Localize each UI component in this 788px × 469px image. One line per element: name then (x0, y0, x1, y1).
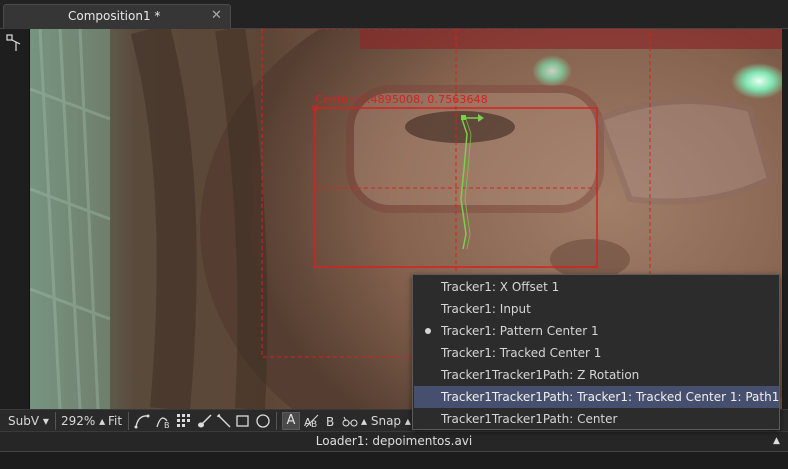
ellipse-icon[interactable] (255, 413, 271, 429)
fit-button[interactable]: Fit (108, 413, 122, 429)
divider (128, 412, 129, 430)
grid-icon[interactable] (176, 413, 192, 429)
menu-item-label: Tracker1: Input (441, 302, 531, 316)
fusion-window: Composition1 * ✕ Center: 0.4895008, 0.75… (0, 0, 788, 469)
menu-item-path1[interactable]: Tracker1Tracker1Path: Tracker1: Tracked … (414, 386, 779, 408)
divider (276, 412, 277, 430)
loader-label: Loader1: depoimentos.avi (315, 434, 473, 448)
menu-item-path-center[interactable]: Tracker1Tracker1Path: Center (414, 408, 779, 430)
menu-item-tracked-center[interactable]: Tracker1: Tracked Center 1 (414, 342, 779, 364)
bottom-strip (0, 451, 788, 469)
menu-item-label: Tracker1: X Offset 1 (441, 280, 560, 294)
subview-button[interactable]: SubV ▾ (8, 413, 49, 429)
svg-text:B: B (164, 421, 170, 429)
snap-label: Snap (370, 414, 402, 428)
glasses-icon[interactable] (342, 413, 358, 429)
zoom-button[interactable]: 292% ▴ (61, 413, 105, 429)
context-menu: Tracker1: X Offset 1 Tracker1: Input Tra… (412, 274, 780, 430)
menu-item-label: Tracker1: Tracked Center 1 (441, 346, 602, 360)
subview-label: SubV (8, 414, 40, 428)
viewer-left-strip (0, 29, 30, 409)
center-readout: Center: 0.4895008, 0.7563648 (315, 93, 488, 106)
svg-text:B: B (326, 415, 334, 429)
text-ab-icon[interactable]: AB (304, 413, 320, 429)
snap-button[interactable]: ▴ Snap ▴ (361, 413, 411, 429)
checked-dot-icon (425, 328, 431, 334)
menu-item-label: Tracker1: Pattern Center 1 (441, 324, 599, 338)
viewer-corner-icon[interactable] (6, 34, 24, 52)
tab-bar: Composition1 * ✕ (0, 0, 788, 29)
status-arrow-icon[interactable]: ▲ (773, 436, 780, 446)
menu-item-input[interactable]: Tracker1: Input (414, 298, 779, 320)
viewer-right-strip (782, 29, 788, 409)
menu-item-pattern-center[interactable]: Tracker1: Pattern Center 1 (414, 320, 779, 342)
menu-item-label: Tracker1Tracker1Path: Tracker1: Tracked … (441, 390, 780, 404)
bspline-icon[interactable]: B (155, 413, 171, 429)
bezier-icon[interactable] (134, 413, 150, 429)
rectangle-icon[interactable] (235, 413, 251, 429)
close-icon[interactable]: ✕ (211, 8, 222, 23)
tab-title: Composition1 * (68, 9, 161, 23)
zoom-label: 292% (61, 414, 96, 428)
divider (55, 412, 56, 430)
menu-item-label: Tracker1Tracker1Path: Z Rotation (441, 368, 640, 382)
menu-item-label: Tracker1Tracker1Path: Center (441, 412, 618, 426)
tab-composition[interactable]: Composition1 * ✕ (3, 4, 231, 29)
paint-brush-icon[interactable] (197, 413, 213, 429)
menu-item-z-rotation[interactable]: Tracker1Tracker1Path: Z Rotation (414, 364, 779, 386)
text-a-button[interactable]: A (282, 412, 300, 430)
bold-b-icon[interactable]: B (324, 413, 340, 429)
menu-item-x-offset[interactable]: Tracker1: X Offset 1 (414, 276, 779, 298)
wand-icon[interactable] (216, 413, 232, 429)
status-bar: Loader1: depoimentos.avi ▲ (0, 431, 788, 451)
